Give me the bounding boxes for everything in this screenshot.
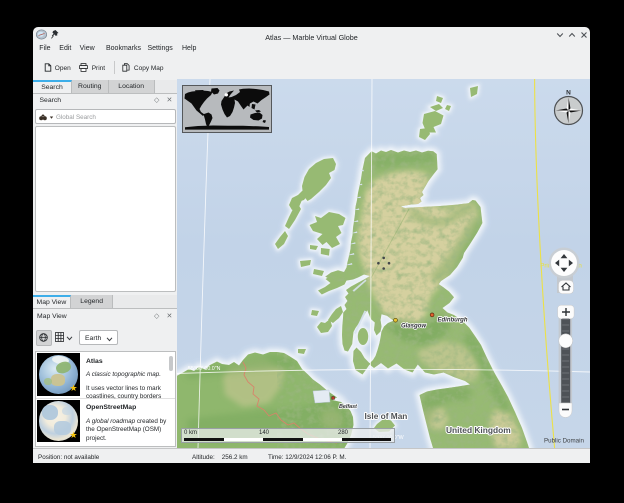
svg-text:United Kingdom: United Kingdom	[446, 425, 511, 435]
svg-text:Public Domain: Public Domain	[544, 438, 584, 445]
svg-text:Isle of Man: Isle of Man	[365, 411, 408, 421]
svg-text:Edinburgh: Edinburgh	[438, 318, 468, 324]
svg-text:N: N	[566, 90, 571, 97]
svg-text:Belfast: Belfast	[339, 404, 357, 410]
svg-text:Glasgow: Glasgow	[401, 324, 426, 330]
svg-text:55°00' 00.0"N: 55°00' 00.0"N	[188, 366, 221, 372]
